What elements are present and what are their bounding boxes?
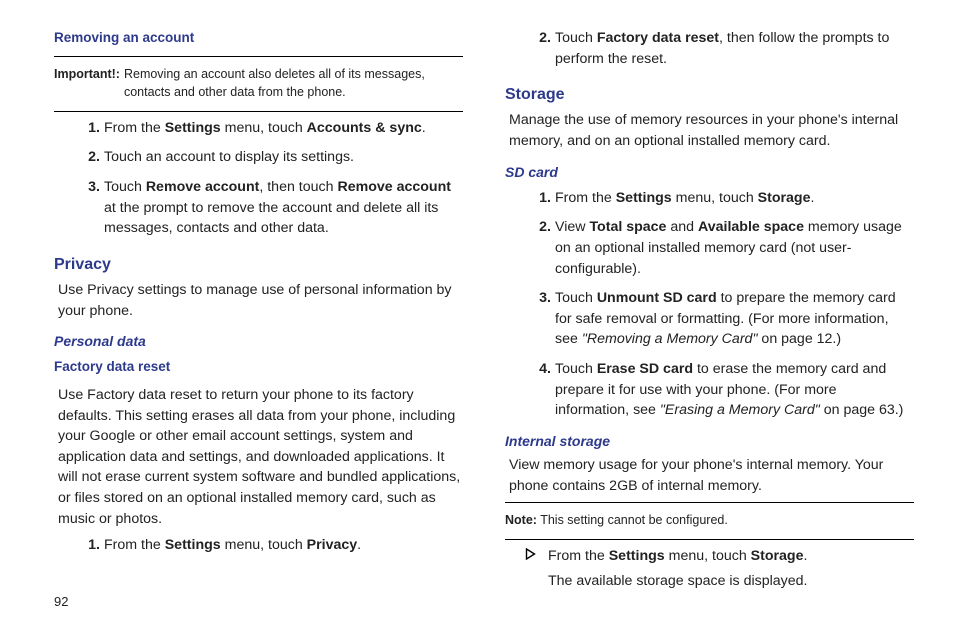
bold: Remove account	[337, 179, 451, 195]
rule-top-note	[505, 502, 914, 503]
privacy-text: Use Privacy settings to manage use of pe…	[58, 280, 463, 321]
internal-storage-text: View memory usage for your phone's inter…	[509, 455, 914, 496]
important-label: Important!:	[54, 65, 120, 101]
step-text: , then touch	[259, 179, 337, 195]
cross-reference: "Erasing a Memory Card"	[660, 402, 820, 418]
bold: Accounts & sync	[307, 120, 422, 136]
note-important: Important!: Removing an account also del…	[54, 61, 463, 105]
rule-bottom-important	[54, 111, 463, 112]
bold: Storage	[751, 548, 804, 564]
cross-reference: "Removing a Memory Card"	[582, 331, 758, 347]
right-column: Touch Factory data reset, then follow th…	[505, 28, 914, 596]
heading-removing-account: Removing an account	[54, 28, 463, 48]
step-text: From the	[104, 120, 165, 136]
heading-internal-storage: Internal storage	[505, 431, 914, 451]
bullet-step-storage: From the Settings menu, touch Storage. T…	[525, 546, 914, 595]
bold: Settings	[165, 537, 221, 553]
note-text: This setting cannot be configured.	[540, 513, 728, 527]
heading-personal-data: Personal data	[54, 331, 463, 351]
step-text: Touch	[555, 361, 597, 377]
triangle-bullet-icon	[525, 546, 536, 595]
step-text: Touch	[104, 179, 146, 195]
heading-sd-card: SD card	[505, 162, 914, 182]
bold: Settings	[616, 190, 672, 206]
list-item: View Total space and Available space mem…	[541, 217, 914, 279]
step-text: menu, touch	[221, 537, 307, 553]
bold: Factory data reset	[597, 30, 719, 46]
page-number: 92	[54, 593, 68, 612]
steps-remove-account: From the Settings menu, touch Accounts &…	[54, 118, 463, 239]
storage-text: Manage the use of memory resources in yo…	[509, 110, 914, 151]
step-text: From the	[555, 190, 616, 206]
step-text: Touch an account to display its settings…	[104, 149, 354, 165]
left-column: Removing an account Important!: Removing…	[54, 28, 463, 596]
list-item: Touch Unmount SD card to prepare the mem…	[541, 288, 914, 350]
step-text: Touch	[555, 30, 597, 46]
bullet-content: From the Settings menu, touch Storage. T…	[548, 546, 914, 595]
step-text: on page 12.)	[757, 331, 841, 347]
list-item: From the Settings menu, touch Privacy.	[90, 535, 463, 556]
bullet-text: menu, touch	[665, 548, 751, 564]
step-text: menu, touch	[672, 190, 758, 206]
note-label: Note:	[505, 513, 537, 527]
step-text: .	[810, 190, 814, 206]
bold: Total space	[589, 219, 666, 235]
bullet-text: .	[803, 548, 807, 564]
page-spread: Removing an account Important!: Removing…	[0, 0, 954, 596]
rule-bottom-note	[505, 539, 914, 540]
bold: Erase SD card	[597, 361, 693, 377]
bold: Settings	[609, 548, 665, 564]
bold: Settings	[165, 120, 221, 136]
important-text: Removing an account also deletes all of …	[124, 65, 463, 101]
bullet-text: From the	[548, 548, 609, 564]
heading-factory-reset: Factory data reset	[54, 357, 463, 377]
list-item: Touch Erase SD card to erase the memory …	[541, 359, 914, 421]
step-text: at the prompt to remove the account and …	[104, 200, 438, 237]
steps-privacy: From the Settings menu, touch Privacy.	[54, 535, 463, 556]
bold: Remove account	[146, 179, 260, 195]
bold: Available space	[698, 219, 804, 235]
step-text: menu, touch	[221, 120, 307, 136]
list-item: Touch Remove account, then touch Remove …	[90, 177, 463, 239]
step-text: View	[555, 219, 589, 235]
list-item: Touch Factory data reset, then follow th…	[541, 28, 914, 69]
list-item: Touch an account to display its settings…	[90, 147, 463, 168]
step-text: on page 63.)	[820, 402, 904, 418]
heading-storage: Storage	[505, 83, 914, 106]
steps-factory-continued: Touch Factory data reset, then follow th…	[505, 28, 914, 69]
bold: Storage	[758, 190, 811, 206]
step-text: .	[357, 537, 361, 553]
list-item: From the Settings menu, touch Accounts &…	[90, 118, 463, 139]
bold: Unmount SD card	[597, 290, 717, 306]
step-text: Touch	[555, 290, 597, 306]
factory-reset-text: Use Factory data reset to return your ph…	[58, 385, 463, 529]
bold: Privacy	[307, 537, 358, 553]
list-item: From the Settings menu, touch Storage.	[541, 188, 914, 209]
steps-sd-card: From the Settings menu, touch Storage. V…	[505, 188, 914, 421]
step-text: From the	[104, 537, 165, 553]
step-text: .	[422, 120, 426, 136]
step-text: and	[666, 219, 698, 235]
bullet-text-2: The available storage space is displayed…	[548, 571, 914, 592]
heading-privacy: Privacy	[54, 253, 463, 276]
rule-top-important	[54, 56, 463, 57]
note-config: Note: This setting cannot be configured.	[505, 507, 914, 533]
